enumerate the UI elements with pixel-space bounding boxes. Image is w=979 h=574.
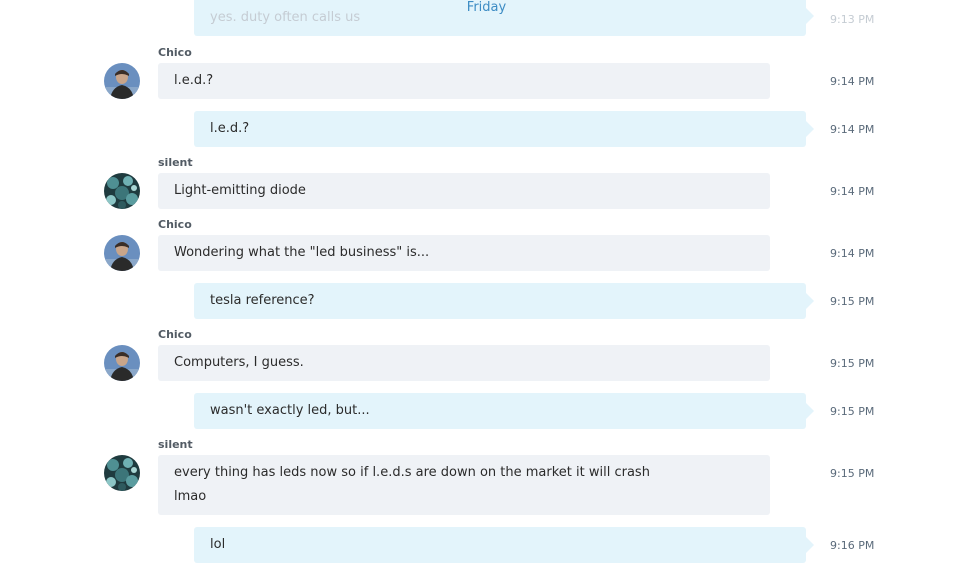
chico-avatar[interactable] — [104, 345, 140, 381]
teal-pattern-avatar-icon — [104, 455, 140, 491]
message-text: lol — [210, 537, 226, 552]
message-timestamp: 9:15 PM — [830, 295, 875, 308]
message-timestamp: 9:15 PM — [830, 467, 875, 480]
person-avatar-icon — [104, 345, 140, 381]
message-text: Wondering what the "led business" is... — [174, 245, 430, 260]
chico-avatar[interactable] — [104, 63, 140, 99]
message-bubble-incoming[interactable]: l.e.d.? — [158, 63, 770, 99]
message-bubble-incoming[interactable]: Wondering what the "led business" is... — [158, 235, 770, 271]
sender-name: Chico — [158, 328, 192, 341]
sender-name: silent — [158, 438, 193, 451]
message-timestamp: 9:15 PM — [830, 357, 875, 370]
message-bubble-outgoing[interactable]: lol — [194, 527, 814, 563]
message-bubble-outgoing[interactable]: tesla reference? — [194, 283, 814, 319]
person-avatar-icon — [104, 63, 140, 99]
silent-avatar[interactable] — [104, 173, 140, 209]
sender-name: Chico — [158, 46, 192, 59]
person-avatar-icon — [104, 235, 140, 271]
message-text: l.e.d.? — [174, 73, 214, 88]
message-timestamp: 9:14 PM — [830, 185, 875, 198]
message-bubble-outgoing[interactable]: l.e.d.? — [194, 111, 814, 147]
message-bubble-incoming[interactable]: every thing has leds now so if l.e.d.s a… — [158, 455, 770, 515]
message-text: tesla reference? — [210, 293, 315, 308]
message-timestamp: 9:14 PM — [830, 75, 875, 88]
message-bubble-incoming[interactable]: Light-emitting diode — [158, 173, 770, 209]
message-timestamp: 9:15 PM — [830, 405, 875, 418]
message-text: wasn't exactly led, but... — [210, 403, 370, 418]
chico-avatar[interactable] — [104, 235, 140, 271]
sender-name: silent — [158, 156, 193, 169]
message-text: l.e.d.? — [210, 121, 250, 136]
message-timestamp: 9:16 PM — [830, 539, 875, 552]
message-bubble-outgoing[interactable]: wasn't exactly led, but... — [194, 393, 814, 429]
message-timestamp: 9:14 PM — [830, 123, 875, 136]
day-separator: Friday — [466, 0, 507, 15]
message-bubble-incoming[interactable]: Computers, I guess. — [158, 345, 770, 381]
message-timestamp: 9:14 PM — [830, 247, 875, 260]
teal-pattern-avatar-icon — [104, 173, 140, 209]
sender-name: Chico — [158, 218, 192, 231]
message-text: Light-emitting diode — [174, 183, 306, 198]
silent-avatar[interactable] — [104, 455, 140, 491]
chat-conversation: Friday yes. duty often calls us 9:13 PM … — [0, 0, 979, 574]
message-text-line: lmao — [174, 489, 207, 504]
message-text: Computers, I guess. — [174, 355, 304, 370]
message-text-line: every thing has leds now so if l.e.d.s a… — [174, 465, 650, 480]
